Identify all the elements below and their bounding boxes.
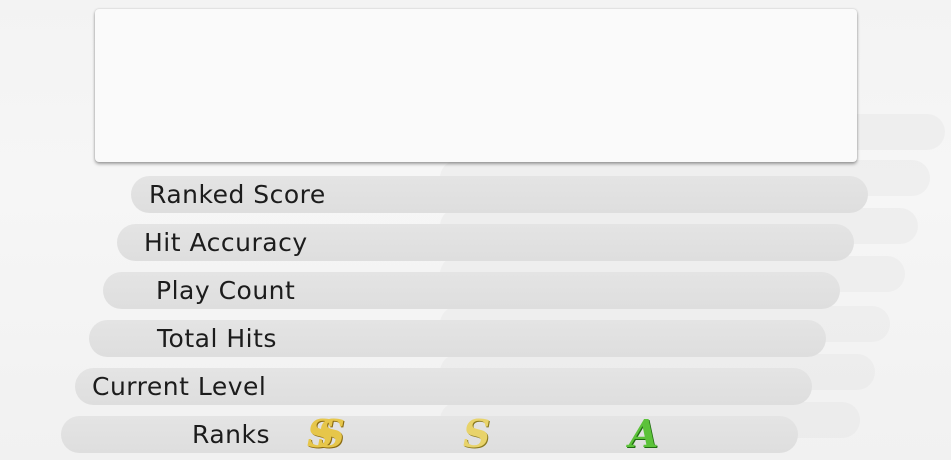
hit-accuracy-label: Hit Accuracy bbox=[144, 228, 308, 257]
rank-a-icon: A bbox=[629, 411, 659, 456]
rank-s-icon: S bbox=[463, 411, 491, 456]
stat-row-ranked-score: Ranked Score bbox=[131, 176, 868, 213]
rank-ss-icon: SS bbox=[307, 411, 345, 456]
ranks-label: Ranks bbox=[192, 420, 270, 449]
profile-header-panel bbox=[95, 9, 857, 162]
play-count-label: Play Count bbox=[156, 276, 296, 305]
total-hits-label: Total Hits bbox=[157, 324, 277, 353]
current-level-label: Current Level bbox=[92, 372, 267, 401]
stat-row-hit-accuracy: Hit Accuracy bbox=[117, 224, 854, 261]
stat-row-total-hits: Total Hits bbox=[89, 320, 826, 357]
ranked-score-label: Ranked Score bbox=[149, 180, 326, 209]
stat-row-ranks: Ranks SS S A bbox=[61, 412, 798, 456]
stat-row-current-level: Current Level bbox=[75, 368, 812, 405]
stat-row-play-count: Play Count bbox=[103, 272, 840, 309]
